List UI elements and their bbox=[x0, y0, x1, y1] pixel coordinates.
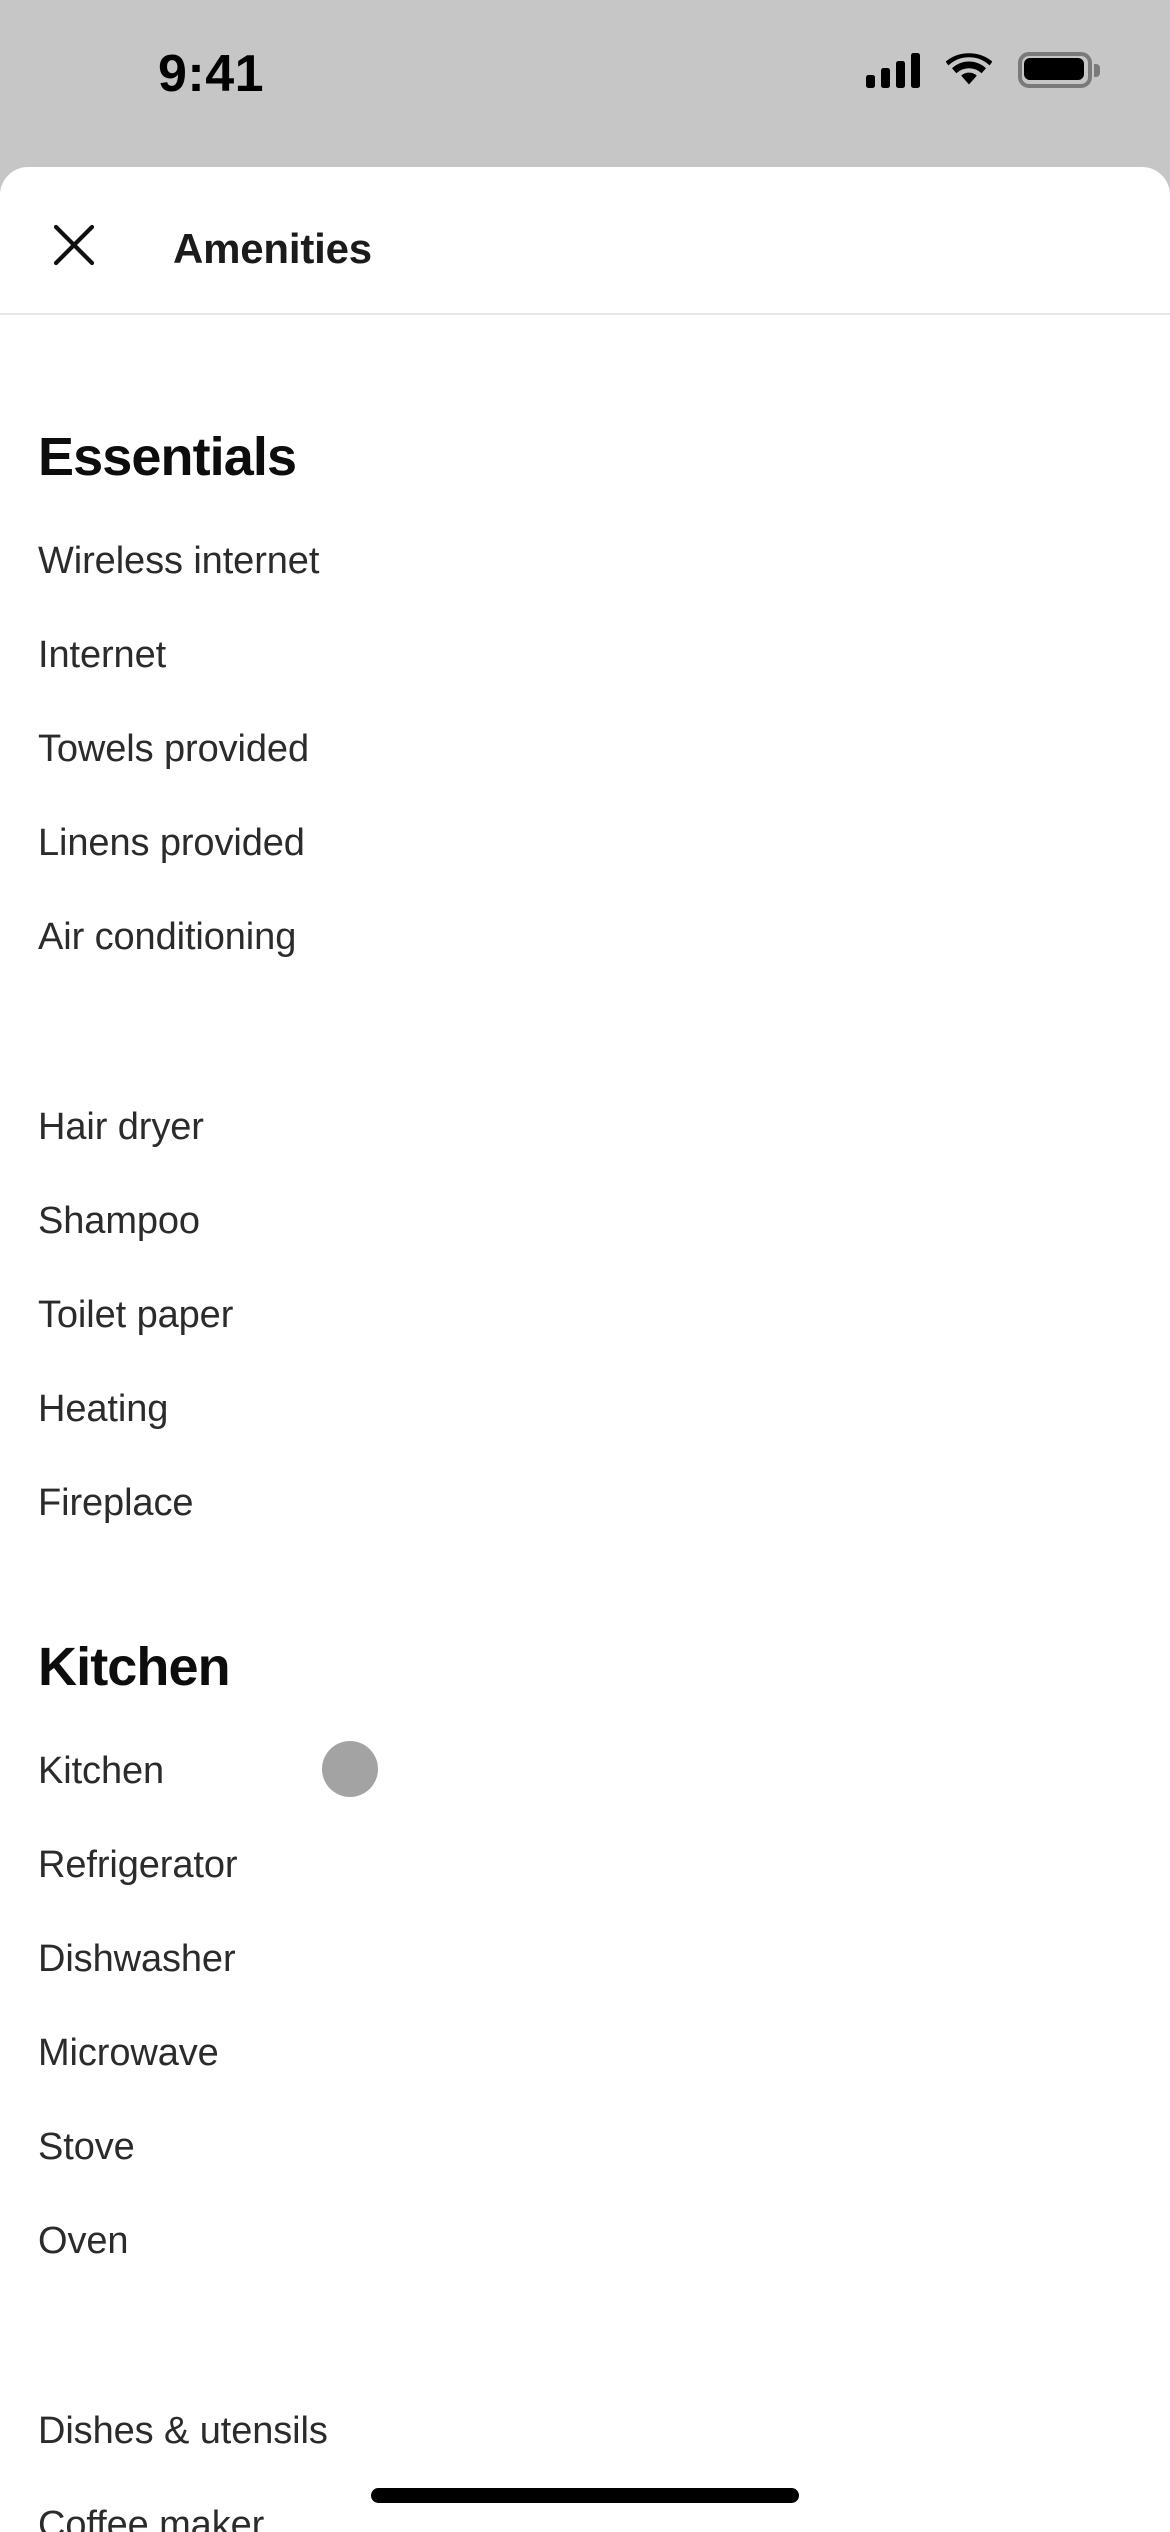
amenity-item[interactable]: Shampoo bbox=[38, 1202, 1132, 1240]
amenity-item[interactable]: Wireless internet bbox=[38, 542, 1132, 580]
amenity-item[interactable]: Coffee maker bbox=[38, 2506, 1132, 2532]
amenity-item[interactable]: Microwave bbox=[38, 2034, 1132, 2072]
page-title: Amenities bbox=[173, 225, 372, 272]
amenity-item[interactable]: Kitchen bbox=[38, 1752, 1132, 1790]
modal-header: Amenities bbox=[0, 167, 1170, 315]
section-heading: Kitchen bbox=[38, 1637, 231, 1697]
section-heading: Essentials bbox=[38, 427, 297, 487]
status-bar-icons bbox=[866, 52, 1100, 88]
amenity-item[interactable]: Stove bbox=[38, 2128, 1132, 2166]
amenity-item[interactable]: Dishes & utensils bbox=[38, 2412, 1132, 2450]
status-bar: 9:41 bbox=[0, 0, 1170, 167]
status-bar-time: 9:41 bbox=[157, 45, 265, 103]
amenities-sheet: Amenities Essentials Wireless internet I… bbox=[0, 167, 1170, 2532]
amenity-item[interactable]: Towels provided bbox=[38, 730, 1132, 768]
close-icon bbox=[51, 222, 97, 268]
amenity-item[interactable]: Fireplace bbox=[38, 1484, 1132, 1522]
cellular-signal-icon bbox=[866, 52, 920, 88]
wifi-icon bbox=[946, 52, 992, 88]
amenity-item[interactable]: Refrigerator bbox=[38, 1846, 1132, 1884]
amenity-item[interactable]: Dishwasher bbox=[38, 1940, 1132, 1978]
amenity-item[interactable]: Linens provided bbox=[38, 824, 1132, 862]
section-kitchen: Kitchen Kitchen Refrigerator Dishwasher … bbox=[38, 1640, 1132, 2532]
close-button[interactable] bbox=[46, 217, 102, 273]
amenity-item[interactable]: Toilet paper bbox=[38, 1296, 1132, 1334]
amenity-list-essentials: Wireless internet Internet Towels provid… bbox=[38, 542, 1132, 1522]
battery-icon bbox=[1018, 52, 1100, 88]
amenity-item[interactable]: Internet bbox=[38, 636, 1132, 674]
amenities-content: Essentials Wireless internet Internet To… bbox=[0, 430, 1170, 2532]
amenity-item[interactable]: Oven bbox=[38, 2222, 1132, 2260]
section-essentials: Essentials Wireless internet Internet To… bbox=[38, 430, 1132, 1522]
amenity-item[interactable]: Air conditioning bbox=[38, 918, 1132, 956]
amenity-item[interactable]: Hair dryer bbox=[38, 1108, 1132, 1146]
amenity-list-kitchen: Kitchen Refrigerator Dishwasher Microwav… bbox=[38, 1752, 1132, 2532]
home-indicator[interactable] bbox=[371, 2488, 799, 2503]
amenity-item[interactable]: Heating bbox=[38, 1390, 1132, 1428]
